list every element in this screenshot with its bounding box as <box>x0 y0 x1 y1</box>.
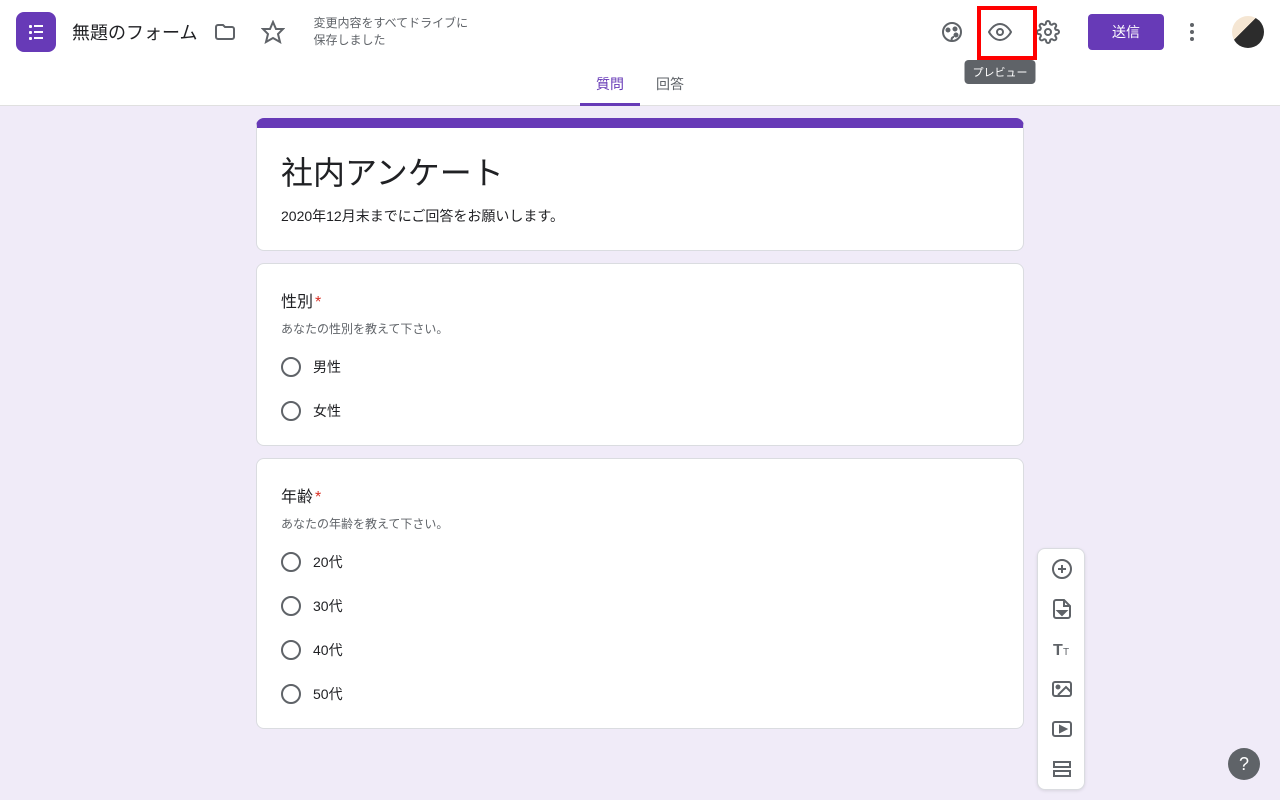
preview-tooltip: プレビュー <box>965 60 1036 84</box>
radio-icon <box>281 552 301 572</box>
document-title[interactable]: 無題のフォーム <box>72 19 197 45</box>
send-button[interactable]: 送信 <box>1088 14 1164 50</box>
radio-icon <box>281 357 301 377</box>
option-label: 40代 <box>313 640 343 660</box>
add-title-icon[interactable]: TT <box>1038 629 1086 669</box>
folder-icon[interactable] <box>205 12 245 52</box>
form-title[interactable]: 社内アンケート <box>281 148 999 194</box>
avatar[interactable] <box>1232 16 1264 48</box>
svg-text:T: T <box>1053 642 1063 659</box>
add-section-icon[interactable] <box>1038 749 1086 789</box>
option-label: 20代 <box>313 552 343 572</box>
question-description[interactable]: あなたの性別を教えて下さい。 <box>281 320 999 337</box>
option-label: 女性 <box>313 401 341 421</box>
tab-responses[interactable]: 回答 <box>640 64 700 106</box>
help-icon[interactable]: ? <box>1228 748 1260 780</box>
title-card[interactable]: 社内アンケート 2020年12月末までにご回答をお願いします。 <box>256 118 1024 251</box>
radio-icon <box>281 640 301 660</box>
option-row[interactable]: 40代 <box>281 640 999 660</box>
header: 無題のフォーム 変更内容をすべてドライブに保存しました プレビュー 送信 質問 <box>0 0 1280 106</box>
required-mark: * <box>315 294 321 311</box>
import-questions-icon[interactable] <box>1038 589 1086 629</box>
add-image-icon[interactable] <box>1038 669 1086 709</box>
form-canvas: 社内アンケート 2020年12月末までにご回答をお願いします。 性別* あなたの… <box>0 106 1280 741</box>
tabs: 質問 回答 <box>0 64 1280 106</box>
settings-icon[interactable] <box>1028 12 1068 52</box>
option-row[interactable]: 女性 <box>281 401 999 421</box>
add-question-icon[interactable] <box>1038 549 1086 589</box>
save-status: 変更内容をすべてドライブに保存しました <box>313 15 473 49</box>
forms-logo[interactable] <box>16 12 56 52</box>
option-row[interactable]: 30代 <box>281 596 999 616</box>
svg-text:T: T <box>1063 647 1069 658</box>
option-row[interactable]: 男性 <box>281 357 999 377</box>
question-card[interactable]: 年齢* あなたの年齢を教えて下さい。 20代 30代 40代 50代 <box>256 458 1024 729</box>
form-description[interactable]: 2020年12月末までにご回答をお願いします。 <box>281 206 999 226</box>
radio-icon <box>281 684 301 704</box>
radio-icon <box>281 596 301 616</box>
side-toolbar: TT <box>1037 548 1085 790</box>
question-title[interactable]: 年齢 <box>281 489 313 506</box>
theme-icon[interactable] <box>932 12 972 52</box>
option-label: 男性 <box>313 357 341 377</box>
required-mark: * <box>315 489 321 506</box>
question-description[interactable]: あなたの年齢を教えて下さい。 <box>281 515 999 532</box>
option-row[interactable]: 20代 <box>281 552 999 572</box>
option-label: 30代 <box>313 596 343 616</box>
question-title[interactable]: 性別 <box>281 294 313 311</box>
question-card[interactable]: 性別* あなたの性別を教えて下さい。 男性 女性 <box>256 263 1024 446</box>
radio-icon <box>281 401 301 421</box>
star-icon[interactable] <box>253 12 293 52</box>
add-video-icon[interactable] <box>1038 709 1086 749</box>
option-label: 50代 <box>313 684 343 704</box>
tab-questions[interactable]: 質問 <box>580 64 640 106</box>
more-icon[interactable] <box>1172 12 1212 52</box>
option-row[interactable]: 50代 <box>281 684 999 704</box>
preview-icon[interactable] <box>980 12 1020 52</box>
